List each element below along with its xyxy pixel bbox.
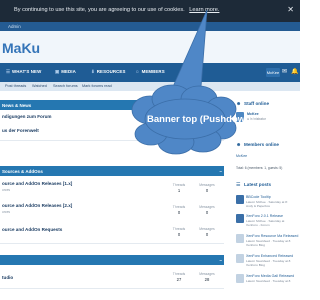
nav-label: ELP <box>187 69 197 74</box>
forum-title[interactable]: us der Forenwelt <box>2 128 39 133</box>
nav-item-help[interactable]: ❓ ELP <box>180 69 196 75</box>
nav-item-members[interactable]: ☺ MEMBERS <box>135 69 165 74</box>
messages-label: Messages <box>199 183 215 187</box>
threads-count: 0 <box>177 232 181 237</box>
collapse-icon[interactable]: − <box>219 169 222 174</box>
latest-post-forum[interactable]: XenForo Blog <box>246 263 265 267</box>
latest-post-forum[interactable]: XenForo - Forum <box>246 223 270 227</box>
download-icon: ⬇ <box>91 69 95 74</box>
bell-icon[interactable]: 🔔 <box>291 68 298 75</box>
forum-section-header[interactable]: − <box>0 255 224 265</box>
member-name[interactable]: McKee <box>236 154 247 158</box>
cookie-close-icon[interactable]: ✕ <box>287 5 294 14</box>
forum-row[interactable]: us der Forenwelt 119 <box>0 125 224 141</box>
latest-post-meta: Latest: Newsfeed · Tuesday at 8 <box>246 278 291 283</box>
latest-post-forum[interactable]: XenForo Blog <box>246 243 265 247</box>
threads-count: 27 <box>176 277 182 282</box>
messages-count: 0 <box>205 210 209 215</box>
messages-count: 119 <box>207 132 215 137</box>
avatar[interactable] <box>236 254 244 263</box>
members-totals: Total: 6 (members: 1, guests: 5) <box>236 166 283 170</box>
members-online-title[interactable]: Members online <box>244 142 279 147</box>
members-icon: ☻ <box>236 142 242 148</box>
media-icon: ▣ <box>55 69 60 74</box>
latest-posts-title[interactable]: Latest posts <box>244 182 271 187</box>
forum-title[interactable]: ndigungen zum Forum <box>2 114 52 119</box>
members-online-block: ☻ Members online McKee Total: 6 (members… <box>234 140 300 176</box>
staff-icon: ☻ <box>236 101 242 107</box>
help-icon: ❓ <box>180 69 186 74</box>
nav-label: RESOURCES <box>96 69 126 74</box>
list-icon: ☰ <box>6 69 11 74</box>
messages-label: Messages <box>199 205 215 209</box>
user-menu[interactable]: McKee <box>266 68 280 77</box>
avatar[interactable] <box>236 274 244 283</box>
nav-item-whats-new[interactable]: ☰ WHAT'S NEW <box>6 69 41 75</box>
forum-row[interactable]: ource and AddOn Releases [2.x] urces Thr… <box>0 199 224 222</box>
forum-section-header[interactable]: News & News <box>0 100 224 110</box>
forum-subtitle: urces <box>2 210 11 214</box>
messages-count: 28 <box>204 277 210 282</box>
subnav-search-forums[interactable]: Search forums <box>53 84 78 88</box>
admin-link[interactable]: Admin <box>8 24 21 29</box>
site-header: MaKu <box>0 31 300 63</box>
forum-section-header[interactable]: Sources & AddOns − <box>0 166 224 176</box>
callout-label: Banner top (Pushdown) <box>147 114 255 125</box>
threads-label: Threads <box>172 272 186 276</box>
forum-title[interactable]: tudio <box>2 275 13 280</box>
threads-label: Threads <box>172 227 186 231</box>
cookie-notice-bar: By continuing to use this site, you are … <box>0 0 300 22</box>
avatar[interactable] <box>236 234 244 243</box>
threads-label: Threads <box>172 205 186 209</box>
messages-label: Messages <box>199 227 215 231</box>
mail-icon[interactable]: ✉ <box>282 68 287 75</box>
nav-label: MEDIA <box>61 69 76 74</box>
latest-post-title[interactable]: BBCode Tooltip <box>246 195 271 199</box>
avatar[interactable] <box>236 214 244 223</box>
latest-post-forum[interactable]: Andy & Paperbox <box>246 204 270 208</box>
threads-label: Threads <box>172 183 186 187</box>
section-title: Sources & AddOns <box>2 169 43 174</box>
subnav-post-threads[interactable]: Post threads <box>5 84 26 88</box>
main-nav: ☰ WHAT'S NEW ▣ MEDIA ⬇ RESOURCES ☺ MEMBERS ❓… <box>0 63 300 82</box>
cookie-notice: By continuing to use this site, you are … <box>14 7 219 13</box>
forum-row[interactable]: ource and AddOn Requests Threads 0 Messa… <box>0 221 224 244</box>
forum-title[interactable]: ource and AddOn Requests <box>2 227 62 232</box>
staff-online-title[interactable]: Staff online <box>244 101 269 106</box>
nav-label: WHAT'S NEW <box>12 69 42 74</box>
members-icon: ☺ <box>135 69 140 74</box>
latest-post-title[interactable]: XenForo 2.0.1 Release <box>246 214 283 218</box>
subnav-watched[interactable]: Watched <box>32 84 47 88</box>
messages-label: Messages <box>199 272 215 276</box>
collapse-icon[interactable]: − <box>219 258 222 263</box>
section-title: News & News <box>2 103 32 108</box>
nav-item-resources[interactable]: ⬇ RESOURCES <box>91 69 126 75</box>
nav-label: MEMBERS <box>141 69 165 74</box>
threads-count: 1 <box>177 188 181 193</box>
forum-title[interactable]: ource and AddOn Releases [1.x] <box>2 181 72 186</box>
cookie-notice-text: By continuing to use this site, you are … <box>14 7 185 13</box>
subnav-mark-read[interactable]: Mark forums read <box>82 84 112 88</box>
messages-count: 0 <box>205 232 209 237</box>
latest-post-title[interactable]: XenForo Resource Ma Released <box>246 234 298 238</box>
cookie-learn-more-link[interactable]: Learn more. <box>189 7 219 13</box>
avatar[interactable] <box>236 195 244 204</box>
nav-item-media[interactable]: ▣ MEDIA <box>55 69 76 75</box>
latest-icon: ☰ <box>236 182 241 188</box>
forum-row[interactable]: ource and AddOn Releases [1.x] urces Thr… <box>0 177 224 200</box>
messages-count: 0 <box>205 188 209 193</box>
forum-title[interactable]: ource and AddOn Releases [2.x] <box>2 203 72 208</box>
latest-post-title[interactable]: XenForo Enhanced Released <box>246 254 293 258</box>
latest-posts-block: ☰ Latest posts BBCode Tooltip Latest: Mc… <box>234 180 300 300</box>
threads-count: 0 <box>177 210 181 215</box>
admin-bar: Admin <box>0 22 300 31</box>
site-logo[interactable]: MaKu <box>2 40 40 56</box>
forum-subtitle: urces <box>2 188 11 192</box>
forum-row[interactable]: tudio Threads 27 Messages 28 <box>0 266 224 289</box>
sub-nav: Post threads Watched Search forums Mark … <box>0 82 300 91</box>
latest-post-title[interactable]: XenForo Media Gall Released <box>246 274 294 278</box>
